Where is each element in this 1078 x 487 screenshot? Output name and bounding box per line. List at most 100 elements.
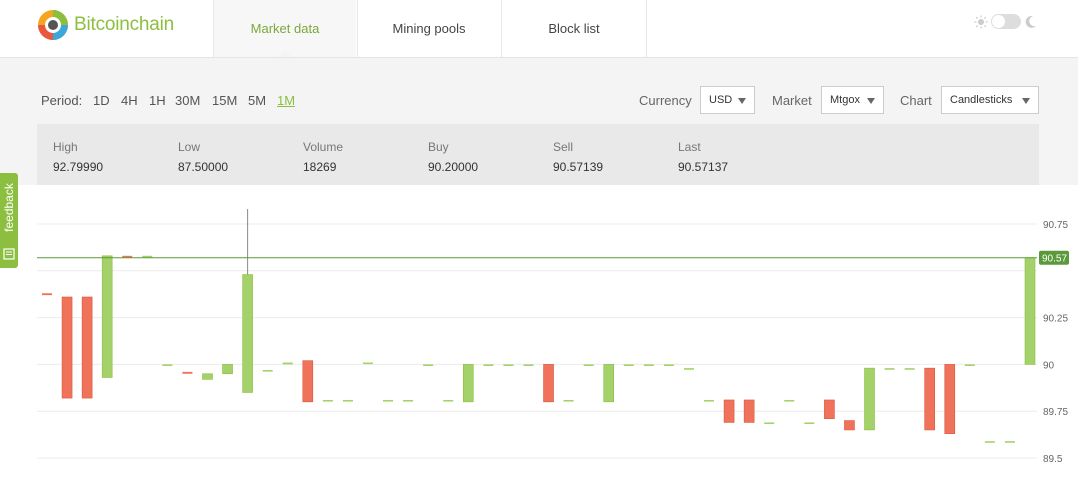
tab-label: Mining pools xyxy=(392,21,466,36)
candle-up xyxy=(423,364,434,366)
candle-up xyxy=(362,362,373,365)
candle-up xyxy=(483,364,494,366)
candle-down xyxy=(944,364,956,434)
market-select[interactable]: Mtgox xyxy=(821,86,884,114)
stat-value: 87.50000 xyxy=(178,160,229,174)
chart-type-value: Candlesticks xyxy=(950,94,1013,106)
active-tab-caret xyxy=(278,50,292,57)
chart-type-label: Chart xyxy=(900,93,932,108)
stat-volume: Volume 18269 xyxy=(303,140,343,174)
market-label: Market xyxy=(772,93,812,108)
candle-up xyxy=(523,364,534,366)
candle-up xyxy=(663,364,674,366)
candle-up xyxy=(322,399,333,402)
period-4h[interactable]: 4H xyxy=(121,93,138,108)
tab-block-list[interactable]: Block list xyxy=(501,0,647,57)
currency-select[interactable]: USD xyxy=(700,86,755,114)
candle-up xyxy=(623,364,634,366)
candle-up xyxy=(282,362,293,365)
candle-down xyxy=(844,420,855,431)
candle-down xyxy=(743,399,755,423)
candle-up xyxy=(864,367,875,431)
candlestick-chart[interactable]: 90.75 90.25 90 89.75 89.5 90.57 xyxy=(0,185,1078,487)
tab-label: Market data xyxy=(250,21,320,36)
period-5m[interactable]: 5M xyxy=(248,93,266,108)
candle-up xyxy=(462,364,474,403)
candle-down xyxy=(81,296,93,399)
candle-down xyxy=(61,296,73,399)
period-1h[interactable]: 1H xyxy=(149,93,166,108)
feedback-tab[interactable]: feedback xyxy=(0,173,18,268)
candle-up xyxy=(804,422,815,425)
period-15m[interactable]: 15M xyxy=(212,93,237,108)
top-navigation-bar: Bitcoinchain Market data Mining pools Bl… xyxy=(0,0,1078,58)
candle-up xyxy=(603,364,615,403)
candle-up xyxy=(443,399,454,402)
stat-value: 18269 xyxy=(303,160,337,174)
theme-switch[interactable] xyxy=(991,14,1021,29)
candle-up xyxy=(342,399,353,402)
candle-up xyxy=(262,370,273,372)
candle-up xyxy=(162,364,173,366)
chevron-down-icon xyxy=(867,98,875,104)
candle-down xyxy=(182,371,193,374)
candle-up xyxy=(1024,257,1036,365)
currency-value: USD xyxy=(709,94,733,106)
stat-sell: Sell 90.57139 xyxy=(553,140,603,174)
tab-market-data[interactable]: Market data xyxy=(213,0,356,57)
candle-up xyxy=(101,255,113,378)
candle-up xyxy=(503,364,514,366)
y-tick-label: 90 xyxy=(1043,360,1055,371)
period-30m[interactable]: 30M xyxy=(175,93,200,108)
sun-icon xyxy=(974,15,988,28)
switch-knob xyxy=(992,15,1005,28)
candle-down xyxy=(824,399,835,419)
current-price-label: 90.57 xyxy=(1042,254,1067,265)
market-value: Mtgox xyxy=(830,94,860,106)
stat-label: Sell xyxy=(553,140,574,154)
candle-down xyxy=(723,399,735,423)
candle-up xyxy=(563,399,574,402)
edit-icon xyxy=(3,248,15,260)
stat-low: Low 87.50000 xyxy=(178,140,228,174)
y-tick-label: 89.75 xyxy=(1043,407,1068,418)
candle-down xyxy=(42,293,52,296)
currency-label: Currency xyxy=(639,93,692,108)
candle-up xyxy=(784,399,795,402)
theme-toggle[interactable] xyxy=(974,14,1037,29)
candle-down xyxy=(924,367,935,431)
bitcoinchain-logo-icon xyxy=(38,10,68,40)
y-tick-label: 90.25 xyxy=(1043,314,1068,325)
tab-mining-pools[interactable]: Mining pools xyxy=(357,0,500,57)
candle-up xyxy=(964,364,975,366)
y-tick-label: 89.5 xyxy=(1043,454,1063,465)
candle-up xyxy=(403,399,414,402)
candle-down xyxy=(543,364,554,403)
candle-up xyxy=(222,364,233,375)
candle-up xyxy=(383,399,394,402)
candlestick-chart-area[interactable]: 90.75 90.25 90 89.75 89.5 90.57 xyxy=(0,185,1078,487)
chevron-down-icon xyxy=(1022,98,1030,104)
candle-up xyxy=(643,364,654,366)
period-1d[interactable]: 1D xyxy=(93,93,110,108)
candle-up xyxy=(242,274,253,393)
chevron-down-icon xyxy=(738,98,746,104)
brand-logo[interactable]: Bitcoinchain xyxy=(37,9,174,41)
candle-up xyxy=(984,441,995,443)
stat-label: Low xyxy=(178,140,201,154)
candle-up xyxy=(704,399,715,402)
candle-up xyxy=(764,422,775,425)
chart-type-select[interactable]: Candlesticks xyxy=(941,86,1039,114)
candle-up xyxy=(884,368,895,370)
stat-value: 92.79990 xyxy=(53,160,104,174)
stat-label: High xyxy=(53,140,78,154)
stat-value: 90.57137 xyxy=(678,160,729,174)
stat-label: Buy xyxy=(428,140,449,154)
stat-high: High 92.79990 xyxy=(53,140,103,174)
period-1m[interactable]: 1M xyxy=(277,93,295,108)
stat-value: 90.57139 xyxy=(553,160,604,174)
candle-up xyxy=(904,368,915,370)
chart-controls: Period: 1D 4H 1H 30M 15M 5M 1M Currency … xyxy=(0,84,1078,116)
brand-name: Bitcoinchain xyxy=(74,14,175,35)
stat-label: Volume xyxy=(303,140,344,154)
